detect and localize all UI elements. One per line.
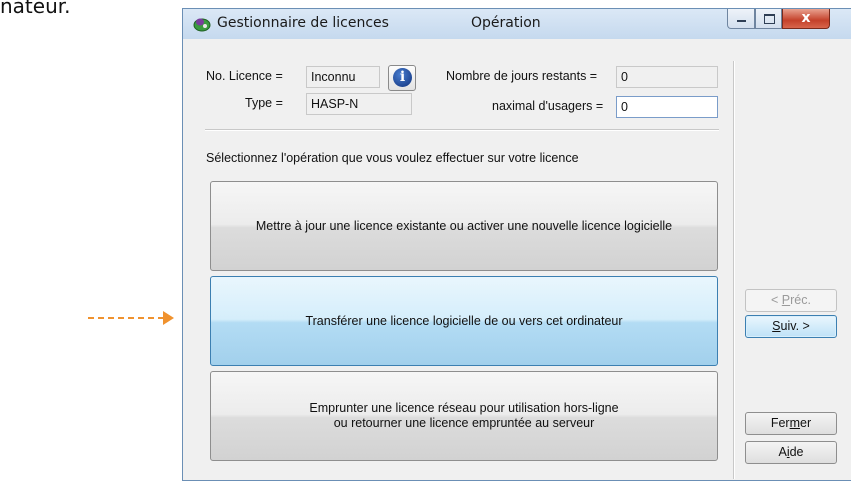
minimize-icon [737,20,746,22]
max-users-label: naximal d'usagers = [492,99,604,113]
close-button-accelerator: m [789,416,801,430]
next-button[interactable]: Suiv. > [745,315,837,338]
type-label: Type = [245,96,283,110]
close-button-suffix: er [800,416,812,430]
previous-button[interactable]: < Préc. [745,289,837,312]
close-button[interactable]: Fermer [745,412,837,435]
window-title: Gestionnaire de licences [217,15,389,31]
previous-button-accelerator: P [781,293,791,307]
borrow-return-license-button[interactable]: Emprunter une licence réseau pour utilis… [210,371,718,461]
close-icon: x [801,10,811,26]
app-icon [193,18,211,32]
days-remaining-field: 0 [616,66,718,88]
days-remaining-label: Nombre de jours restants = [446,69,598,83]
minimize-button[interactable] [727,9,755,29]
cropped-heading-fragment: nateur. [0,0,71,18]
type-field: HASP-N [306,93,412,115]
title-bar[interactable]: Gestionnaire de licences Opération x [183,9,851,39]
next-button-suffix: uiv. > [780,319,810,333]
transfer-license-button[interactable]: Transférer une licence logicielle de ou … [210,276,718,366]
license-manager-window: Gestionnaire de licences Opération x No.… [182,8,851,481]
previous-button-prefix: < [771,293,782,307]
annotation-arrow-head [163,311,174,325]
info-icon: i [393,68,412,87]
borrow-return-license-label: Emprunter une licence réseau pour utilis… [309,401,619,430]
help-button-suffix: de [789,445,804,459]
close-window-button[interactable]: x [782,9,830,29]
info-button[interactable]: i [388,65,416,91]
help-button[interactable]: Aide [745,441,837,464]
window-title-operation: Opération [471,15,541,31]
license-no-field: Inconnu [306,66,380,88]
annotation-arrow-line [88,317,164,319]
update-activate-license-label: Mettre à jour une licence existante ou a… [255,218,673,233]
maximize-icon [764,14,775,24]
operation-prompt: Sélectionnez l'opération que vous voulez… [206,151,579,165]
vertical-separator [733,61,735,479]
horizontal-separator [205,129,719,131]
max-users-field[interactable]: 0 [616,96,718,118]
next-button-accelerator: S [772,319,781,333]
help-button-prefix: A [778,445,787,459]
license-no-label: No. Licence = [206,69,283,83]
update-activate-license-button[interactable]: Mettre à jour une licence existante ou a… [210,181,718,271]
close-button-prefix: Fer [770,416,790,430]
maximize-button[interactable] [755,9,782,29]
previous-button-suffix: réc. [790,293,811,307]
transfer-license-label: Transférer une licence logicielle de ou … [305,313,623,328]
